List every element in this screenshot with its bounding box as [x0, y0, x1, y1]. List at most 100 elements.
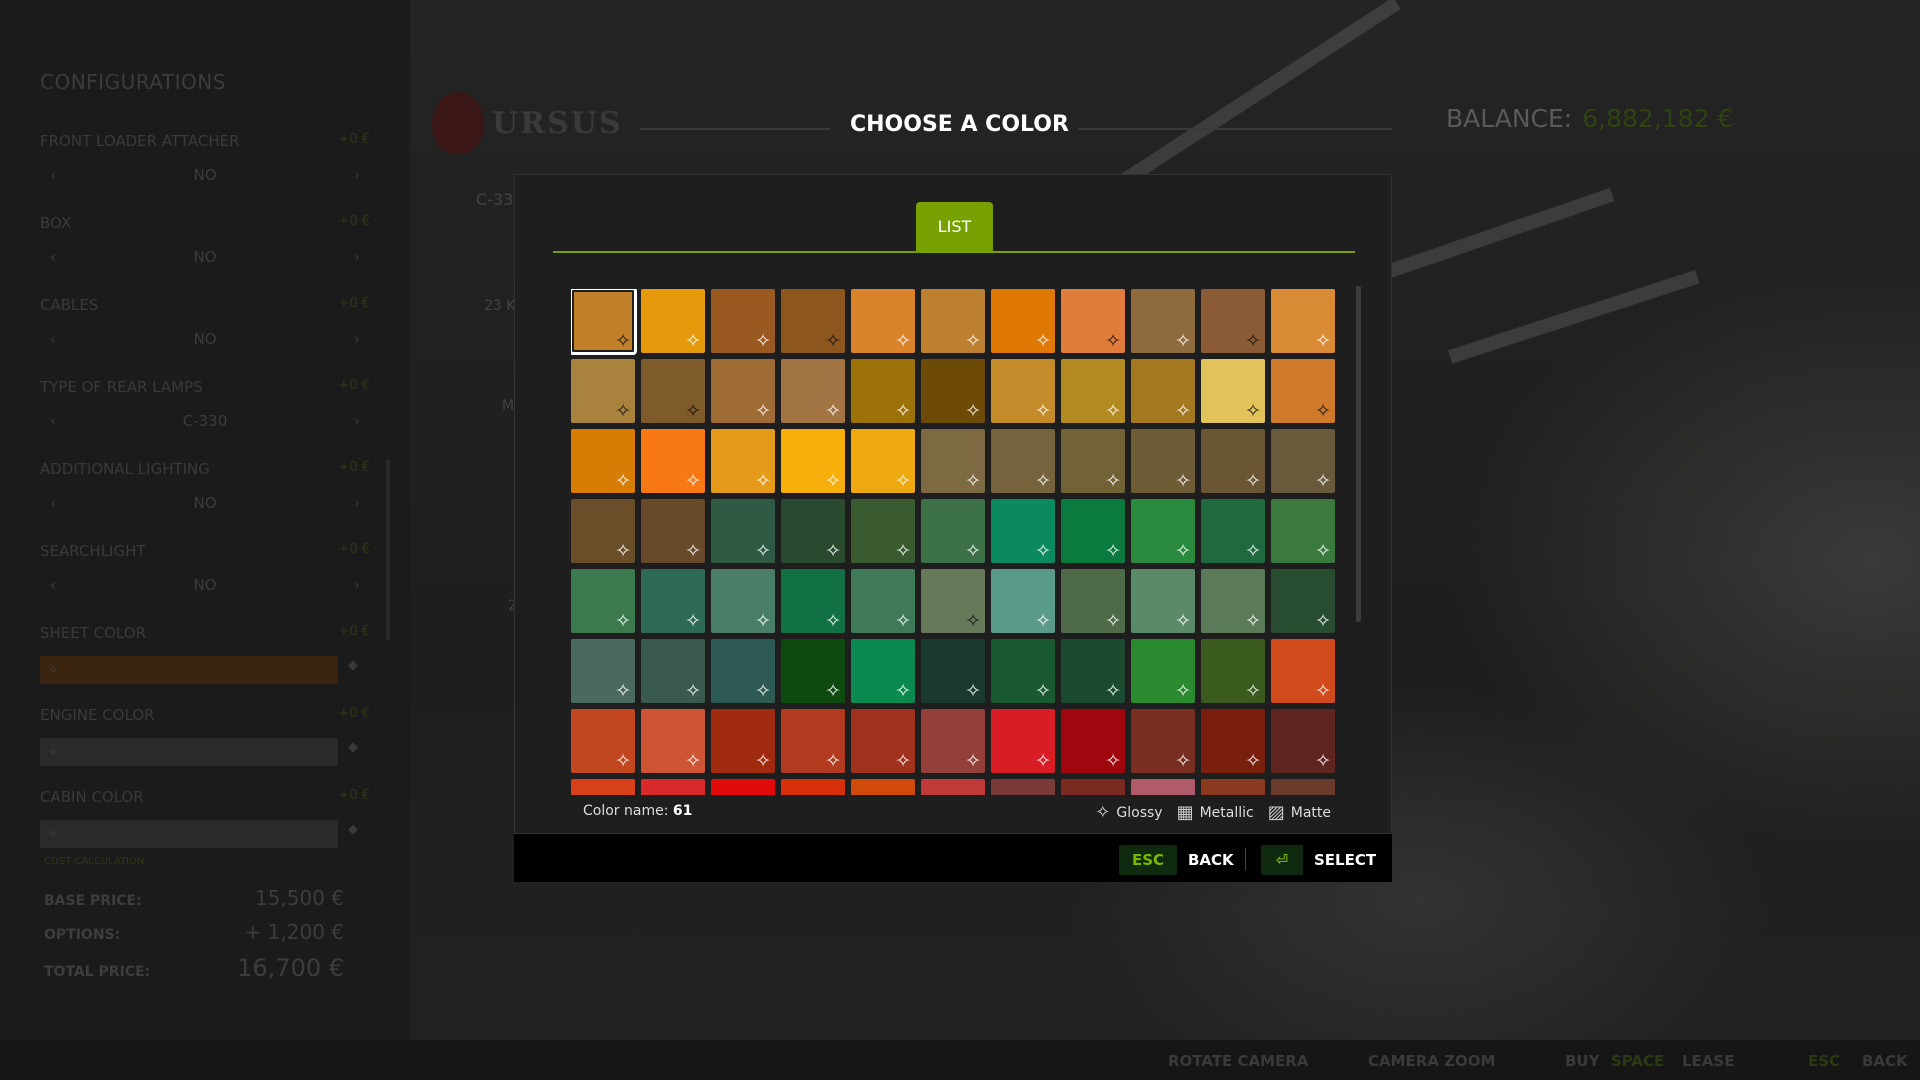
next-arrow-icon[interactable]: ›	[354, 412, 360, 432]
color-swatch[interactable]: ✧	[921, 569, 985, 633]
color-swatch[interactable]: ✧	[991, 569, 1055, 633]
esc-key-badge[interactable]: ESC	[1119, 845, 1177, 875]
color-swatch[interactable]: ✧	[1271, 429, 1335, 493]
color-swatch[interactable]: ✧	[781, 499, 845, 563]
color-swatch[interactable]: ✧	[781, 779, 845, 795]
config-option-value[interactable]: NO	[193, 576, 216, 596]
color-swatch[interactable]: ✧	[1061, 779, 1125, 795]
color-swatch[interactable]: ✧	[641, 569, 705, 633]
color-swatch[interactable]: ✧	[921, 429, 985, 493]
color-swatch[interactable]: ✧	[1131, 569, 1195, 633]
color-swatch[interactable]: ✧	[1201, 289, 1265, 353]
color-swatch[interactable]: ✧	[1271, 639, 1335, 703]
color-swatch[interactable]: ✧	[991, 289, 1055, 353]
color-swatch[interactable]: ✧	[571, 429, 635, 493]
prev-arrow-icon[interactable]: ‹	[50, 248, 56, 268]
back-button[interactable]: BACK	[1188, 851, 1234, 869]
color-swatch[interactable]: ✧	[571, 499, 635, 563]
camera-zoom-hint[interactable]: CAMERA ZOOM	[1368, 1052, 1495, 1070]
config-option-value[interactable]: NO	[193, 330, 216, 350]
back-hint[interactable]: BACK	[1862, 1052, 1908, 1070]
lease-hint[interactable]: LEASE	[1682, 1052, 1734, 1070]
color-swatch[interactable]: ✧	[1201, 779, 1265, 795]
color-swatch[interactable]: ✧	[1061, 429, 1125, 493]
paint-bucket-icon[interactable]: ◆	[348, 740, 358, 755]
color-swatch[interactable]: ✧	[641, 709, 705, 773]
color-swatch[interactable]: ✧	[571, 359, 635, 423]
color-swatch[interactable]: ✧	[1271, 709, 1335, 773]
color-swatch[interactable]: ✧	[921, 499, 985, 563]
color-swatch[interactable]: ✧	[781, 289, 845, 353]
next-arrow-icon[interactable]: ›	[354, 494, 360, 514]
color-swatch[interactable]: ✧	[1271, 779, 1335, 795]
color-swatch[interactable]: ✧	[571, 289, 637, 355]
config-option-value[interactable]: NO	[193, 166, 216, 186]
color-swatch[interactable]: ✧	[851, 359, 915, 423]
color-swatch[interactable]: ✧	[711, 429, 775, 493]
color-swatch[interactable]: ✧	[711, 709, 775, 773]
color-swatch[interactable]: ✧	[1201, 709, 1265, 773]
config-option-value[interactable]: NO	[193, 248, 216, 268]
color-swatch[interactable]: ✧	[711, 779, 775, 795]
config-option-value[interactable]: C-330	[183, 412, 228, 432]
color-swatch[interactable]: ✧	[571, 639, 635, 703]
color-swatch[interactable]: ✧	[641, 639, 705, 703]
color-swatch[interactable]: ✧	[641, 499, 705, 563]
color-swatch[interactable]: ✧	[1061, 709, 1125, 773]
prev-arrow-icon[interactable]: ‹	[50, 494, 56, 514]
color-swatch[interactable]: ✧	[1131, 709, 1195, 773]
prev-arrow-icon[interactable]: ‹	[50, 412, 56, 432]
color-swatch[interactable]: ✧	[641, 779, 705, 795]
color-swatch[interactable]: ✧	[991, 359, 1055, 423]
color-option-bar[interactable]: ✧	[40, 738, 338, 766]
color-swatch[interactable]: ✧	[1201, 359, 1265, 423]
color-swatch[interactable]: ✧	[921, 709, 985, 773]
color-swatch[interactable]: ✧	[1131, 289, 1195, 353]
color-swatch[interactable]: ✧	[641, 359, 705, 423]
color-swatch[interactable]: ✧	[991, 779, 1055, 795]
color-swatch[interactable]: ✧	[781, 429, 845, 493]
color-swatch[interactable]: ✧	[851, 779, 915, 795]
prev-arrow-icon[interactable]: ‹	[50, 330, 56, 350]
color-swatch[interactable]: ✧	[641, 289, 705, 353]
color-swatch[interactable]: ✧	[1271, 569, 1335, 633]
sidebar-scrollbar[interactable]	[386, 460, 390, 640]
next-arrow-icon[interactable]: ›	[354, 330, 360, 350]
color-swatch[interactable]: ✧	[1131, 429, 1195, 493]
color-swatch[interactable]: ✧	[851, 429, 915, 493]
color-swatch[interactable]: ✧	[571, 569, 635, 633]
color-swatch[interactable]: ✧	[851, 709, 915, 773]
color-swatch[interactable]: ✧	[571, 709, 635, 773]
color-swatch[interactable]: ✧	[711, 289, 775, 353]
color-option-bar[interactable]: ✧	[40, 656, 338, 684]
color-swatch[interactable]: ✧	[1201, 569, 1265, 633]
color-swatch[interactable]: ✧	[1061, 499, 1125, 563]
color-swatch[interactable]: ✧	[1131, 779, 1195, 795]
color-swatch[interactable]: ✧	[571, 779, 635, 795]
color-swatch[interactable]: ✧	[1271, 499, 1335, 563]
color-swatch[interactable]: ✧	[781, 639, 845, 703]
color-swatch[interactable]: ✧	[1201, 639, 1265, 703]
paint-bucket-icon[interactable]: ◆	[348, 658, 358, 673]
color-swatch[interactable]: ✧	[991, 639, 1055, 703]
color-swatch[interactable]: ✧	[711, 569, 775, 633]
color-swatch[interactable]: ✧	[1271, 289, 1335, 353]
paint-bucket-icon[interactable]: ◆	[348, 822, 358, 837]
color-swatch[interactable]: ✧	[991, 429, 1055, 493]
color-swatch[interactable]: ✧	[851, 569, 915, 633]
color-swatch[interactable]: ✧	[1131, 499, 1195, 563]
rotate-camera-hint[interactable]: ROTATE CAMERA	[1168, 1052, 1308, 1070]
prev-arrow-icon[interactable]: ‹	[50, 166, 56, 186]
enter-key-badge[interactable]: ⏎	[1261, 845, 1303, 875]
color-swatch[interactable]: ✧	[1061, 289, 1125, 353]
tab-list[interactable]: LIST	[916, 202, 993, 251]
color-swatch[interactable]: ✧	[1201, 429, 1265, 493]
color-swatch[interactable]: ✧	[921, 289, 985, 353]
next-arrow-icon[interactable]: ›	[354, 576, 360, 596]
color-swatch[interactable]: ✧	[1061, 639, 1125, 703]
color-swatch[interactable]: ✧	[921, 359, 985, 423]
color-swatch[interactable]: ✧	[1061, 569, 1125, 633]
color-swatch[interactable]: ✧	[921, 779, 985, 795]
color-swatch[interactable]: ✧	[991, 709, 1055, 773]
grid-scrollbar[interactable]	[1356, 286, 1361, 622]
